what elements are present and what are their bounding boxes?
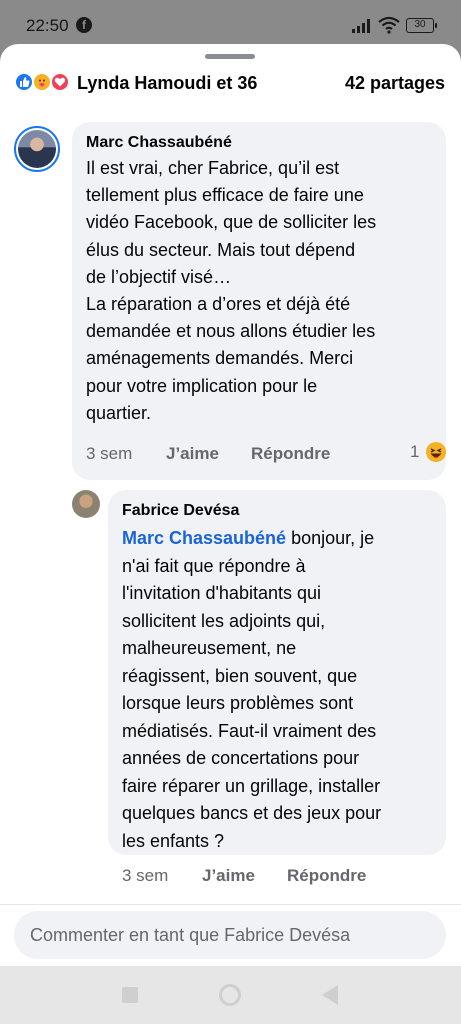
wifi-icon — [378, 16, 400, 34]
like-icon — [14, 72, 34, 92]
like-button[interactable]: J’aime — [166, 442, 219, 466]
like-button[interactable]: J’aime — [202, 864, 255, 888]
haha-icon[interactable] — [426, 442, 446, 462]
status-time: 22:50 — [26, 16, 69, 35]
comment-text: Il est vrai, cher Fabrice, qu’il est tel… — [86, 158, 377, 423]
comment-timestamp[interactable]: 3 sem — [86, 442, 132, 466]
avatar[interactable] — [72, 490, 100, 518]
facebook-notification-icon: f — [76, 17, 92, 33]
comment-author[interactable]: Marc Chassaubéné — [86, 132, 432, 154]
comment-bubble[interactable]: Marc Chassaubéné Il est vrai, cher Fabri… — [72, 122, 446, 480]
shares-link[interactable]: 42 partages — [345, 70, 445, 96]
battery-icon: 30 — [406, 18, 437, 33]
avatar[interactable] — [14, 126, 60, 172]
recent-apps-icon[interactable] — [122, 987, 138, 1003]
reactors-link[interactable]: Lynda Hamoudi et 36 — [77, 70, 257, 96]
reaction-count[interactable]: 1 — [410, 440, 419, 464]
home-icon[interactable] — [219, 984, 241, 1006]
care-icon — [32, 72, 52, 92]
reply-button[interactable]: Répondre — [251, 442, 330, 466]
divider — [0, 904, 461, 905]
comments-sheet: Lynda Hamoudi et 36 42 partages Marc Cha… — [0, 44, 461, 966]
comment-text: Marc Chassaubéné bonjour, je n'ai fait q… — [122, 528, 382, 851]
drag-handle[interactable] — [205, 54, 255, 59]
love-icon — [50, 72, 70, 92]
back-icon[interactable] — [322, 985, 338, 1005]
comment-bubble[interactable]: Fabrice Devésa Marc Chassaubéné bonjour,… — [108, 490, 446, 855]
reply-button[interactable]: Répondre — [287, 864, 366, 888]
reactions-summary[interactable]: Lynda Hamoudi et 36 42 partages — [14, 70, 445, 96]
comment-input[interactable]: Commenter en tant que Fabrice Devésa — [14, 911, 446, 959]
signal-icon — [352, 19, 370, 33]
system-navigation-bar — [0, 966, 461, 1024]
comment-timestamp[interactable]: 3 sem — [122, 864, 168, 888]
comment-author[interactable]: Fabrice Devésa — [122, 500, 432, 522]
mention-link[interactable]: Marc Chassaubéné — [122, 528, 286, 548]
